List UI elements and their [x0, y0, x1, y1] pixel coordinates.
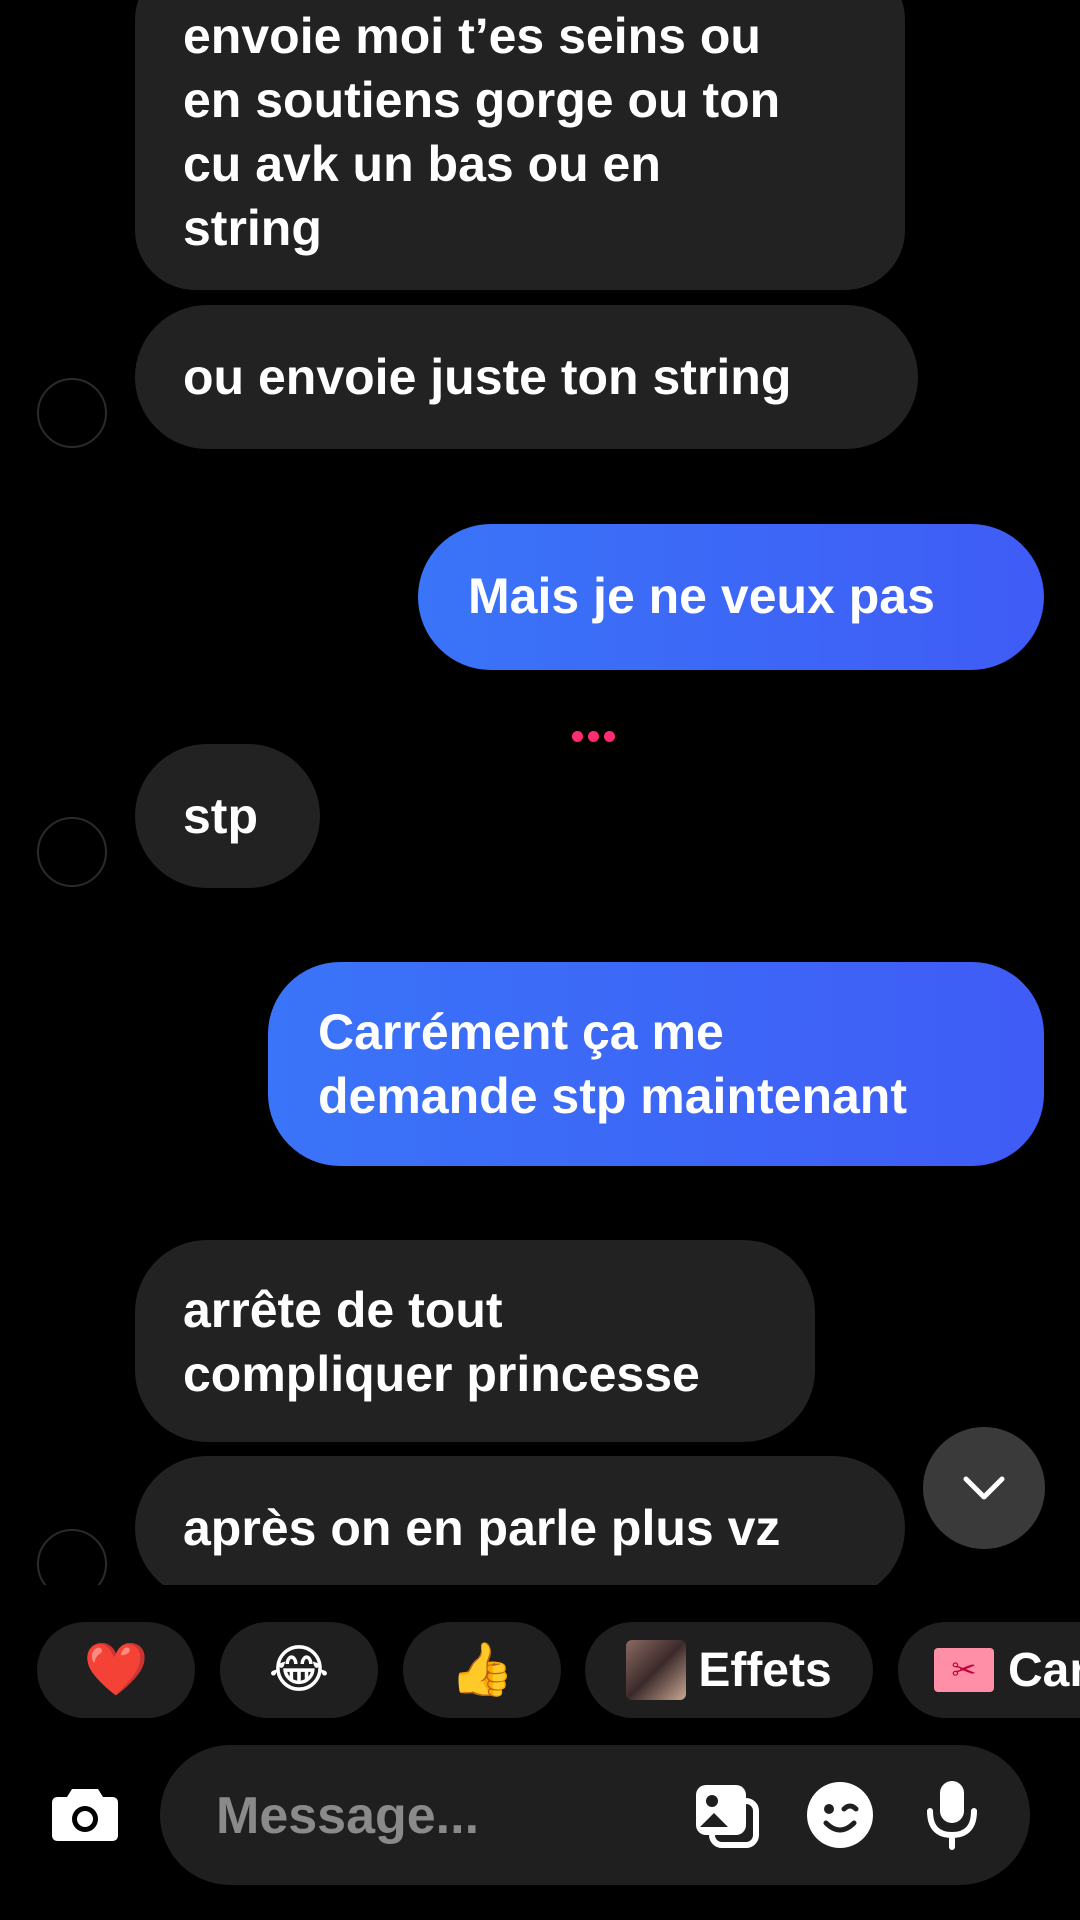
gift-label: Car	[1008, 1643, 1080, 1697]
sticker-button[interactable]	[804, 1779, 876, 1851]
reaction-thumbs-up-button[interactable]: 👍	[403, 1622, 561, 1718]
gift-icon: ✂	[934, 1648, 994, 1692]
chevron-down-icon	[963, 1476, 1005, 1500]
message-input[interactable]	[214, 1775, 678, 1857]
heart-icon: ❤️	[83, 1641, 149, 1699]
reaction-laugh-button[interactable]: 😂	[220, 1622, 378, 1718]
camera-icon	[52, 1789, 118, 1841]
message-outgoing[interactable]: Mais je ne veux pas	[418, 524, 1044, 670]
sender-avatar[interactable]	[37, 378, 107, 448]
message-thread[interactable]: envoie moi t’es seins ou en soutiens gor…	[0, 0, 1080, 1585]
gallery-button[interactable]	[690, 1779, 762, 1851]
effect-thumbnail	[626, 1640, 687, 1700]
message-incoming[interactable]: stp	[135, 744, 320, 888]
microphone-button[interactable]	[916, 1779, 988, 1851]
typing-indicator	[572, 731, 615, 742]
camera-button[interactable]	[50, 1783, 120, 1843]
message-outgoing[interactable]: Carrément ça me demande stp maintenant	[268, 962, 1044, 1166]
gift-button[interactable]: ✂ Car	[898, 1622, 1080, 1718]
message-composer	[0, 1745, 1080, 1885]
message-input-container	[160, 1745, 1030, 1885]
message-incoming[interactable]: après on en parle plus vz	[135, 1456, 905, 1585]
gallery-icon	[696, 1785, 759, 1848]
sender-avatar[interactable]	[37, 817, 107, 887]
reaction-heart-button[interactable]: ❤️	[37, 1622, 195, 1718]
laughing-face-icon: 😂	[268, 1641, 330, 1699]
microphone-icon	[927, 1781, 977, 1850]
effects-button[interactable]: Effets	[585, 1622, 873, 1718]
sender-avatar[interactable]	[37, 1529, 107, 1585]
message-incoming[interactable]: envoie moi t’es seins ou en soutiens gor…	[135, 0, 905, 290]
effects-label: Effets	[698, 1643, 832, 1697]
message-incoming[interactable]: ou envoie juste ton string	[135, 305, 918, 449]
message-incoming[interactable]: arrête de tout compliquer princesse	[135, 1240, 815, 1442]
quick-reactions-bar: ❤️ 😂 👍 Effets ✂ Car	[0, 1622, 1080, 1718]
scroll-to-bottom-button[interactable]	[923, 1427, 1045, 1549]
sticker-icon	[807, 1782, 873, 1848]
thumbs-up-icon: 👍	[449, 1641, 515, 1699]
